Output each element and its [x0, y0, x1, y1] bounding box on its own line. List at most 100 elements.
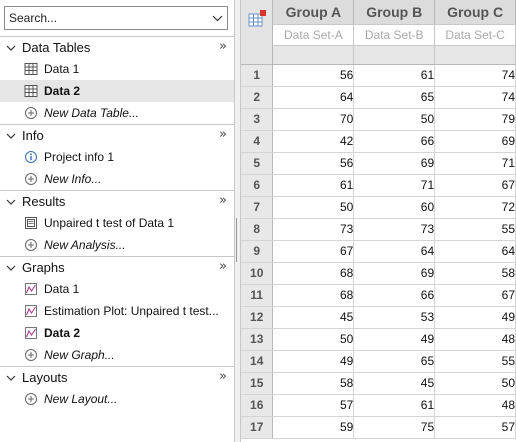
section-header-graphs[interactable]: Graphs »: [0, 257, 234, 278]
row-number[interactable]: 13: [241, 328, 274, 351]
row-number[interactable]: 1: [241, 64, 274, 87]
data-cell[interactable]: 67: [272, 240, 355, 263]
data-cell[interactable]: 49: [353, 328, 436, 351]
data-cell[interactable]: 69: [353, 152, 436, 175]
data-cell[interactable]: 66: [353, 130, 436, 153]
data-cell[interactable]: 66: [353, 284, 436, 307]
subcolumn-header-a[interactable]: [272, 45, 355, 65]
row-number[interactable]: 8: [241, 218, 274, 241]
data-cell[interactable]: 68: [272, 262, 355, 285]
new-item-link[interactable]: New Layout...: [0, 388, 234, 410]
data-cell[interactable]: 65: [353, 86, 436, 109]
data-cell[interactable]: 42: [272, 130, 355, 153]
data-cell[interactable]: 45: [272, 306, 355, 329]
sheet-item[interactable]: Data 1: [0, 58, 234, 80]
data-cell[interactable]: 71: [353, 174, 436, 197]
data-cell[interactable]: 64: [353, 240, 436, 263]
column-header-a[interactable]: Group A: [272, 0, 355, 25]
data-cell[interactable]: 48: [434, 394, 516, 417]
data-cell[interactable]: 50: [272, 196, 355, 219]
data-cell[interactable]: 57: [434, 416, 516, 439]
dataset-title-b[interactable]: Data Set-B: [353, 24, 436, 46]
row-number[interactable]: 4: [241, 130, 274, 153]
data-cell[interactable]: 56: [272, 152, 355, 175]
subcolumn-header-b[interactable]: [353, 45, 436, 65]
section-header-data-tables[interactable]: Data Tables »: [0, 37, 234, 58]
data-cell[interactable]: 72: [434, 196, 516, 219]
section-header-results[interactable]: Results »: [0, 191, 234, 212]
data-cell[interactable]: 64: [272, 86, 355, 109]
data-cell[interactable]: 70: [272, 108, 355, 131]
data-cell[interactable]: 74: [434, 64, 516, 87]
section-more-button[interactable]: »: [219, 193, 227, 208]
data-cell[interactable]: 53: [353, 306, 436, 329]
section-more-button[interactable]: »: [219, 39, 227, 54]
row-number[interactable]: 5: [241, 152, 274, 175]
collapse-chevron-icon[interactable]: [6, 197, 16, 207]
data-cell[interactable]: 58: [434, 262, 516, 285]
column-header-b[interactable]: Group B: [353, 0, 436, 25]
table-format-icon[interactable]: [247, 9, 267, 29]
subcolumn-header-c[interactable]: [434, 45, 516, 65]
data-cell[interactable]: 79: [434, 108, 516, 131]
new-item-link[interactable]: New Graph...: [0, 344, 234, 366]
data-cell[interactable]: 59: [272, 416, 355, 439]
dataset-title-c[interactable]: Data Set-C: [434, 24, 516, 46]
row-number[interactable]: 7: [241, 196, 274, 219]
data-cell[interactable]: 45: [353, 372, 436, 395]
data-cell[interactable]: 74: [434, 86, 516, 109]
section-more-button[interactable]: »: [219, 369, 227, 384]
data-cell[interactable]: 58: [272, 372, 355, 395]
data-cell[interactable]: 69: [434, 130, 516, 153]
search-input[interactable]: [5, 7, 201, 29]
row-number[interactable]: 3: [241, 108, 274, 131]
data-cell[interactable]: 48: [434, 328, 516, 351]
data-cell[interactable]: 49: [434, 306, 516, 329]
sheet-item[interactable]: Data 2: [0, 322, 234, 344]
row-number[interactable]: 10: [241, 262, 274, 285]
sheet-item[interactable]: Unpaired t test of Data 1: [0, 212, 234, 234]
search-box[interactable]: [4, 6, 228, 30]
row-number[interactable]: 9: [241, 240, 274, 263]
section-header-info[interactable]: Info »: [0, 125, 234, 146]
data-cell[interactable]: 55: [434, 218, 516, 241]
data-cell[interactable]: 73: [353, 218, 436, 241]
row-number[interactable]: 2: [241, 86, 274, 109]
row-number[interactable]: 6: [241, 174, 274, 197]
splitter-grip-icon[interactable]: [236, 218, 239, 262]
dataset-title-a[interactable]: Data Set-A: [272, 24, 355, 46]
data-cell[interactable]: 67: [434, 174, 516, 197]
data-cell[interactable]: 57: [272, 394, 355, 417]
data-cell[interactable]: 61: [353, 64, 436, 87]
data-cell[interactable]: 60: [353, 196, 436, 219]
section-more-button[interactable]: »: [219, 127, 227, 142]
data-cell[interactable]: 68: [272, 284, 355, 307]
data-cell[interactable]: 67: [434, 284, 516, 307]
data-cell[interactable]: 65: [353, 350, 436, 373]
data-cell[interactable]: 50: [434, 372, 516, 395]
new-item-link[interactable]: New Analysis...: [0, 234, 234, 256]
data-cell[interactable]: 64: [434, 240, 516, 263]
data-cell[interactable]: 55: [434, 350, 516, 373]
data-cell[interactable]: 50: [272, 328, 355, 351]
sheet-item[interactable]: Estimation Plot: Unpaired t test...: [0, 300, 234, 322]
data-cell[interactable]: 61: [272, 174, 355, 197]
row-number[interactable]: 12: [241, 306, 274, 329]
data-cell[interactable]: 56: [272, 64, 355, 87]
column-header-c[interactable]: Group C: [434, 0, 516, 25]
section-more-button[interactable]: »: [219, 259, 227, 274]
row-number[interactable]: 17: [241, 416, 274, 439]
sheet-item[interactable]: Data 1: [0, 278, 234, 300]
data-cell[interactable]: 61: [353, 394, 436, 417]
data-cell[interactable]: 73: [272, 218, 355, 241]
data-cell[interactable]: 49: [272, 350, 355, 373]
row-number[interactable]: 15: [241, 372, 274, 395]
new-item-link[interactable]: New Data Table...: [0, 102, 234, 124]
sheet-item[interactable]: Project info 1: [0, 146, 234, 168]
sheet-corner[interactable]: [241, 0, 274, 65]
row-number[interactable]: 16: [241, 394, 274, 417]
sheet-item[interactable]: Data 2: [0, 80, 234, 102]
new-item-link[interactable]: New Info...: [0, 168, 234, 190]
data-cell[interactable]: 75: [353, 416, 436, 439]
row-number[interactable]: 11: [241, 284, 274, 307]
